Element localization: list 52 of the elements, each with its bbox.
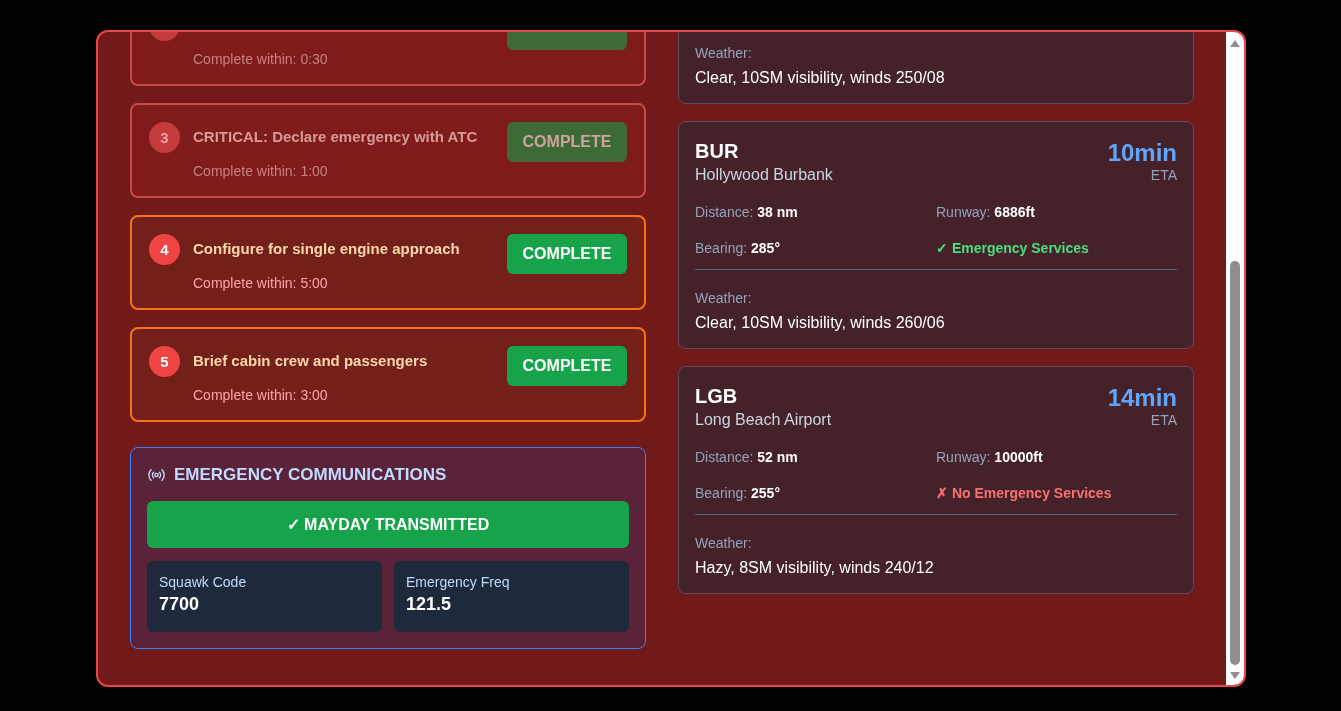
distance-value: 38 nm <box>757 204 798 220</box>
bearing-value: 255° <box>751 485 780 501</box>
weather-label: Weather: <box>695 45 753 61</box>
eta-label: ETA <box>1149 412 1177 428</box>
tile-label: Emergency Freq <box>406 574 511 590</box>
broadcast-icon <box>147 468 166 482</box>
eta-value: 14min <box>1107 384 1177 412</box>
step-title: Brief cabin crew and passengers <box>193 352 429 370</box>
step-time-limit: Complete within: 5:00 <box>193 275 329 291</box>
distance-value: 52 nm <box>757 449 798 465</box>
scroll-up-icon[interactable] <box>1229 38 1241 48</box>
section-title: EMERGENCY COMMUNICATIONS <box>174 465 447 485</box>
weather-label: Weather: <box>695 290 753 306</box>
scrollbar-thumb[interactable] <box>1230 261 1240 665</box>
airport-name: Long Beach Airport <box>695 411 832 429</box>
step-time-limit: Complete within: 0:30 <box>193 51 329 67</box>
scroll-down-icon[interactable] <box>1229 671 1241 681</box>
tile-value: 121.5 <box>406 594 453 615</box>
weather-label: Weather: <box>695 535 753 551</box>
complete-button[interactable]: COMPLETE <box>507 346 627 386</box>
step-number-badge: 5 <box>149 346 180 377</box>
airport-code: LGB <box>695 384 739 408</box>
airport-name: Hollywood Burbank <box>695 166 833 184</box>
tile-label: Squawk Code <box>159 574 248 590</box>
runway-value: 6886ft <box>994 204 1035 220</box>
step-number-badge: 4 <box>149 234 180 265</box>
eta-label: ETA <box>1149 167 1177 183</box>
tile-value: 7700 <box>159 594 201 615</box>
bearing-label: Bearing: <box>695 240 749 256</box>
weather-text: Clear, 10SM visibility, winds 250/08 <box>695 69 946 87</box>
step-title: Configure for single engine approach <box>193 240 461 258</box>
emergency-services-status: ✓ Emergency Services <box>936 240 1089 256</box>
eta-value: 10min <box>1107 139 1177 167</box>
step-time-limit: Complete within: 1:00 <box>193 163 329 179</box>
step-title: CRITICAL: Declare emergency with ATC <box>193 128 479 146</box>
runway-label: Runway: <box>936 204 992 220</box>
runway-label: Runway: <box>936 449 992 465</box>
distance-label: Distance: <box>695 449 755 465</box>
complete-button[interactable]: COMPLETE <box>507 122 627 162</box>
weather-text: Hazy, 8SM visibility, winds 240/12 <box>695 559 935 577</box>
weather-text: Clear, 10SM visibility, winds 260/06 <box>695 314 946 332</box>
scrollbar[interactable] <box>1226 32 1244 685</box>
emergency-services-status: ✗ No Emergency Services <box>936 485 1112 501</box>
bearing-value: 285° <box>751 240 780 256</box>
step-time-limit: Complete within: 3:00 <box>193 387 329 403</box>
runway-value: 10000ft <box>994 449 1043 465</box>
complete-button[interactable]: COMPLETE <box>507 234 627 274</box>
distance-label: Distance: <box>695 204 755 220</box>
step-number-badge: 3 <box>149 122 180 153</box>
bearing-label: Bearing: <box>695 485 749 501</box>
airport-code: BUR <box>695 139 740 163</box>
mayday-button[interactable]: ✓ MAYDAY TRANSMITTED <box>147 501 629 548</box>
